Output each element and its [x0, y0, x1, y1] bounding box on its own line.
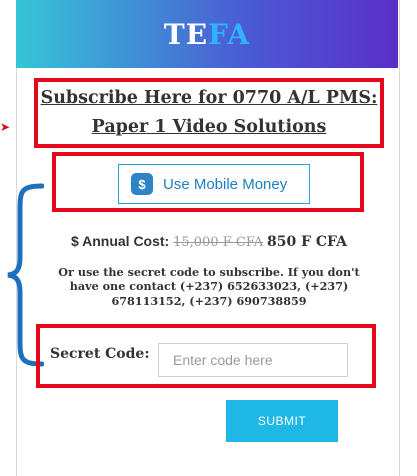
- new-price: 850 F CFA: [267, 234, 348, 250]
- secret-code-note: Or use the secret code to subscribe. If …: [58, 265, 360, 308]
- annual-cost: $ Annual Cost: 15,000 F CFA 850 F CFA: [38, 233, 380, 250]
- arrow-annotation: ➤: [0, 120, 11, 134]
- logo-part1: TE: [163, 17, 209, 51]
- mobile-money-label: Use Mobile Money: [163, 175, 288, 193]
- header-banner: TEFA: [16, 0, 398, 68]
- page-title: Subscribe Here for 0770 A/L PMS: Paper 1…: [40, 88, 378, 137]
- use-mobile-money-button[interactable]: $ Use Mobile Money: [118, 164, 310, 204]
- submit-button[interactable]: SUBMIT: [226, 400, 338, 442]
- logo-part2: FA: [208, 17, 251, 51]
- mobile-money-icon: $: [131, 173, 153, 195]
- old-price: 15,000 F CFA: [173, 235, 264, 250]
- secret-code-label: Secret Code:: [50, 346, 150, 362]
- secret-code-input[interactable]: [158, 343, 348, 377]
- brand-logo: TEFA: [164, 18, 250, 51]
- cost-label: $ Annual Cost:: [70, 233, 170, 249]
